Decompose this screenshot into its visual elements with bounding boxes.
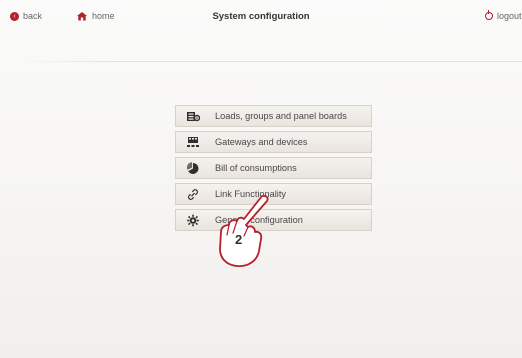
link-icon [188,189,198,200]
loads-panel-icon [187,112,200,122]
logout-label: logout [497,11,522,21]
menu-item-label: Bill of consumptions [215,163,297,173]
top-bar: ‹ back home System configuration logout [0,0,522,42]
header-divider [20,61,522,62]
menu-item-label: Loads, groups and panel boards [215,111,347,121]
menu-item-gateways-and-devices[interactable]: Gateways and devices [175,131,372,153]
gateway-device-icon [187,137,199,147]
menu-item-label: Gateways and devices [215,137,308,147]
menu-item-loads-groups-panel-boards[interactable]: Loads, groups and panel boards [175,105,372,127]
gear-icon [187,214,199,227]
power-icon [485,10,493,20]
consumption-pie-icon [186,162,199,174]
pointing-hand-icon: 2 [219,195,269,267]
logout-button[interactable]: logout [485,10,522,21]
page-title: System configuration [212,11,310,22]
step-number: 2 [235,232,242,247]
menu-item-bill-of-consumptions[interactable]: Bill of consumptions [175,157,372,179]
system-configuration-screen: ‹ back home System configuration logout [0,0,522,358]
